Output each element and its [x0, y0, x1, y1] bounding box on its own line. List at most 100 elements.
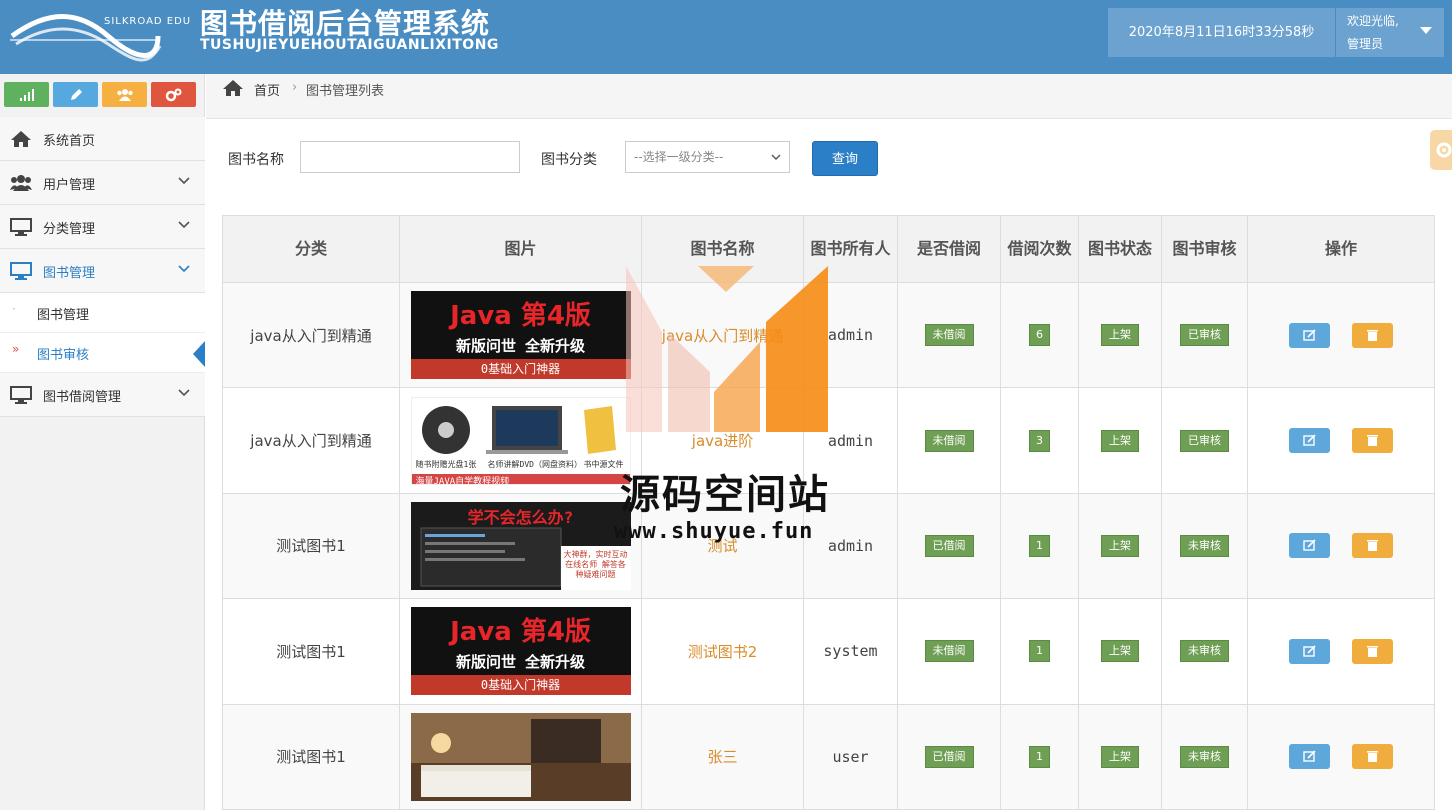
column-header: 图书所有人	[803, 215, 898, 283]
hotel-room-illustration	[410, 712, 631, 801]
shortcut-edit-button[interactable]	[53, 82, 98, 107]
home-icon	[11, 131, 31, 147]
book-name-link[interactable]: 测试图书2	[641, 598, 804, 705]
book-name-link[interactable]: java从入门到精通	[641, 281, 804, 389]
banner-line2: 新版问世 全新升级	[455, 653, 586, 672]
status-badge: 上架	[1101, 640, 1139, 663]
status-cell: 上架	[1078, 492, 1162, 600]
users-icon	[10, 175, 32, 191]
chevron-down-icon	[178, 221, 190, 229]
sidebar-subitem-book-manage[interactable]: · 图书管理	[0, 293, 205, 333]
chevron-down-icon	[178, 389, 190, 397]
shortcut-users-button[interactable]	[102, 82, 147, 107]
book-name-input[interactable]	[300, 141, 520, 173]
sidebar-item-categories[interactable]: 分类管理	[0, 205, 205, 249]
delete-button[interactable]	[1351, 533, 1393, 559]
java-dvd-package-image: 随书附赠光盘1张 名师讲解DVD（网盘资料） 书中源文件 海量JAVA自学教程视…	[410, 396, 631, 485]
edit-button[interactable]	[1289, 428, 1331, 454]
users-icon	[116, 89, 133, 101]
edit-button[interactable]	[1289, 638, 1331, 664]
sidebar-subitem-label: 图书管理	[37, 308, 90, 323]
review-cell: 已审核	[1161, 387, 1248, 494]
caret-down-icon	[1420, 27, 1432, 34]
owner-cell: system	[803, 598, 898, 705]
category-cell: java从入门到精通	[222, 387, 400, 494]
learn-side-text: 大神群，实时互动 在线名师 解答各种疑难问题	[563, 549, 628, 579]
gear-icon	[1436, 142, 1452, 158]
hotel-room-image	[410, 712, 631, 801]
watermark-url: www.shuyue.fun	[614, 519, 814, 544]
sidebar-item-home[interactable]: 系统首页	[0, 117, 205, 161]
column-header: 借阅次数	[1000, 215, 1079, 283]
learning-ad-image: 学不会怎么办? 大神群，实时互动 在线名师 解答各种疑难问题	[410, 501, 631, 590]
sidebar-item-borrow[interactable]: 图书借阅管理	[0, 373, 205, 417]
edit-button[interactable]	[1289, 533, 1331, 559]
edit-button[interactable]	[1289, 322, 1331, 348]
user-welcome: 欢迎光临,	[1347, 14, 1399, 28]
java-book-cover-image: Java 第4版 新版问世 全新升级 0基础入门神器	[410, 291, 631, 380]
app-title: 图书借阅后台管理系统	[200, 7, 491, 40]
signal-icon	[19, 89, 34, 101]
review-badge: 未审核	[1180, 640, 1229, 663]
banner-line3: 0基础入门神器	[410, 359, 631, 380]
banner-line2: 新版问世 全新升级	[455, 337, 586, 356]
dvd-caption3: 书中源文件	[583, 459, 624, 469]
review-cell: 未审核	[1161, 598, 1248, 705]
category-select-value: --选择一级分类--	[634, 150, 724, 164]
column-header: 图书名称	[641, 215, 804, 283]
delete-button[interactable]	[1351, 428, 1393, 454]
table-row: 测试图书1 张三 user 已借阅 1 上架 未审核	[222, 703, 1435, 810]
borrowed-badge: 已借阅	[924, 745, 974, 768]
delete-button[interactable]	[1351, 322, 1393, 348]
home-icon	[223, 80, 243, 96]
sidebar-item-label: 图书借阅管理	[43, 390, 122, 405]
category-cell: 测试图书1	[222, 598, 400, 705]
actions-cell	[1247, 598, 1435, 705]
sidebar-item-books[interactable]: 图书管理	[0, 249, 205, 293]
trash-icon	[1366, 435, 1378, 447]
banner-line1: Java 第4版	[450, 617, 591, 648]
actions-cell	[1247, 492, 1435, 600]
sidebar-item-label: 系统首页	[43, 134, 96, 149]
app-subtitle: TUSHUJIEYUEHOUTAIGUANLIXITONG	[200, 37, 499, 53]
settings-tab[interactable]	[1430, 130, 1452, 170]
column-header: 分类	[222, 215, 400, 283]
shortcut-signal-button[interactable]	[4, 82, 49, 107]
count-cell: 1	[1000, 598, 1079, 705]
chevron-down-icon	[178, 265, 190, 273]
borrowed-cell: 未借阅	[897, 387, 1001, 494]
borrowed-cell: 未借阅	[897, 598, 1001, 705]
delete-button[interactable]	[1351, 744, 1393, 770]
status-badge: 上架	[1101, 324, 1139, 347]
review-cell: 未审核	[1161, 492, 1248, 600]
category-select[interactable]: --选择一级分类--	[625, 141, 790, 173]
double-chevron-right-icon: »	[12, 342, 20, 356]
column-header: 图书审核	[1161, 215, 1248, 283]
sidebar-subitem-book-review[interactable]: » 图书审核	[0, 333, 205, 373]
user-menu[interactable]: 欢迎光临, 管理员	[1336, 8, 1444, 57]
image-cell	[399, 703, 642, 810]
column-header: 是否借阅	[897, 215, 1001, 283]
status-cell: 上架	[1078, 281, 1162, 389]
review-badge: 未审核	[1180, 745, 1229, 768]
query-button[interactable]: 查询	[812, 141, 878, 176]
actions-cell	[1247, 387, 1435, 494]
book-name-link[interactable]: 张三	[641, 703, 804, 810]
watermark-text: 源码空间站	[620, 472, 830, 518]
sidebar-item-users[interactable]: 用户管理	[0, 161, 205, 205]
count-badge: 3	[1029, 429, 1050, 452]
edit-button[interactable]	[1289, 744, 1331, 770]
delete-button[interactable]	[1351, 638, 1393, 664]
chevron-down-icon	[771, 154, 781, 160]
desktop-icon	[10, 218, 32, 236]
shortcut-settings-button[interactable]	[151, 82, 196, 107]
sidebar-item-label: 分类管理	[43, 222, 96, 237]
breadcrumb-current: 图书管理列表	[306, 84, 385, 99]
category-cell: java从入门到精通	[222, 281, 400, 389]
logo-text: SILKROAD EDU	[104, 16, 192, 27]
book-name-label: 图书名称	[228, 152, 284, 168]
borrowed-badge: 已借阅	[924, 534, 974, 557]
sidebar-subitem-label: 图书审核	[37, 348, 90, 363]
image-cell: 随书附赠光盘1张 名师讲解DVD（网盘资料） 书中源文件 海量JAVA自学教程视…	[399, 387, 642, 494]
breadcrumb-home-link[interactable]: 首页	[254, 80, 280, 99]
